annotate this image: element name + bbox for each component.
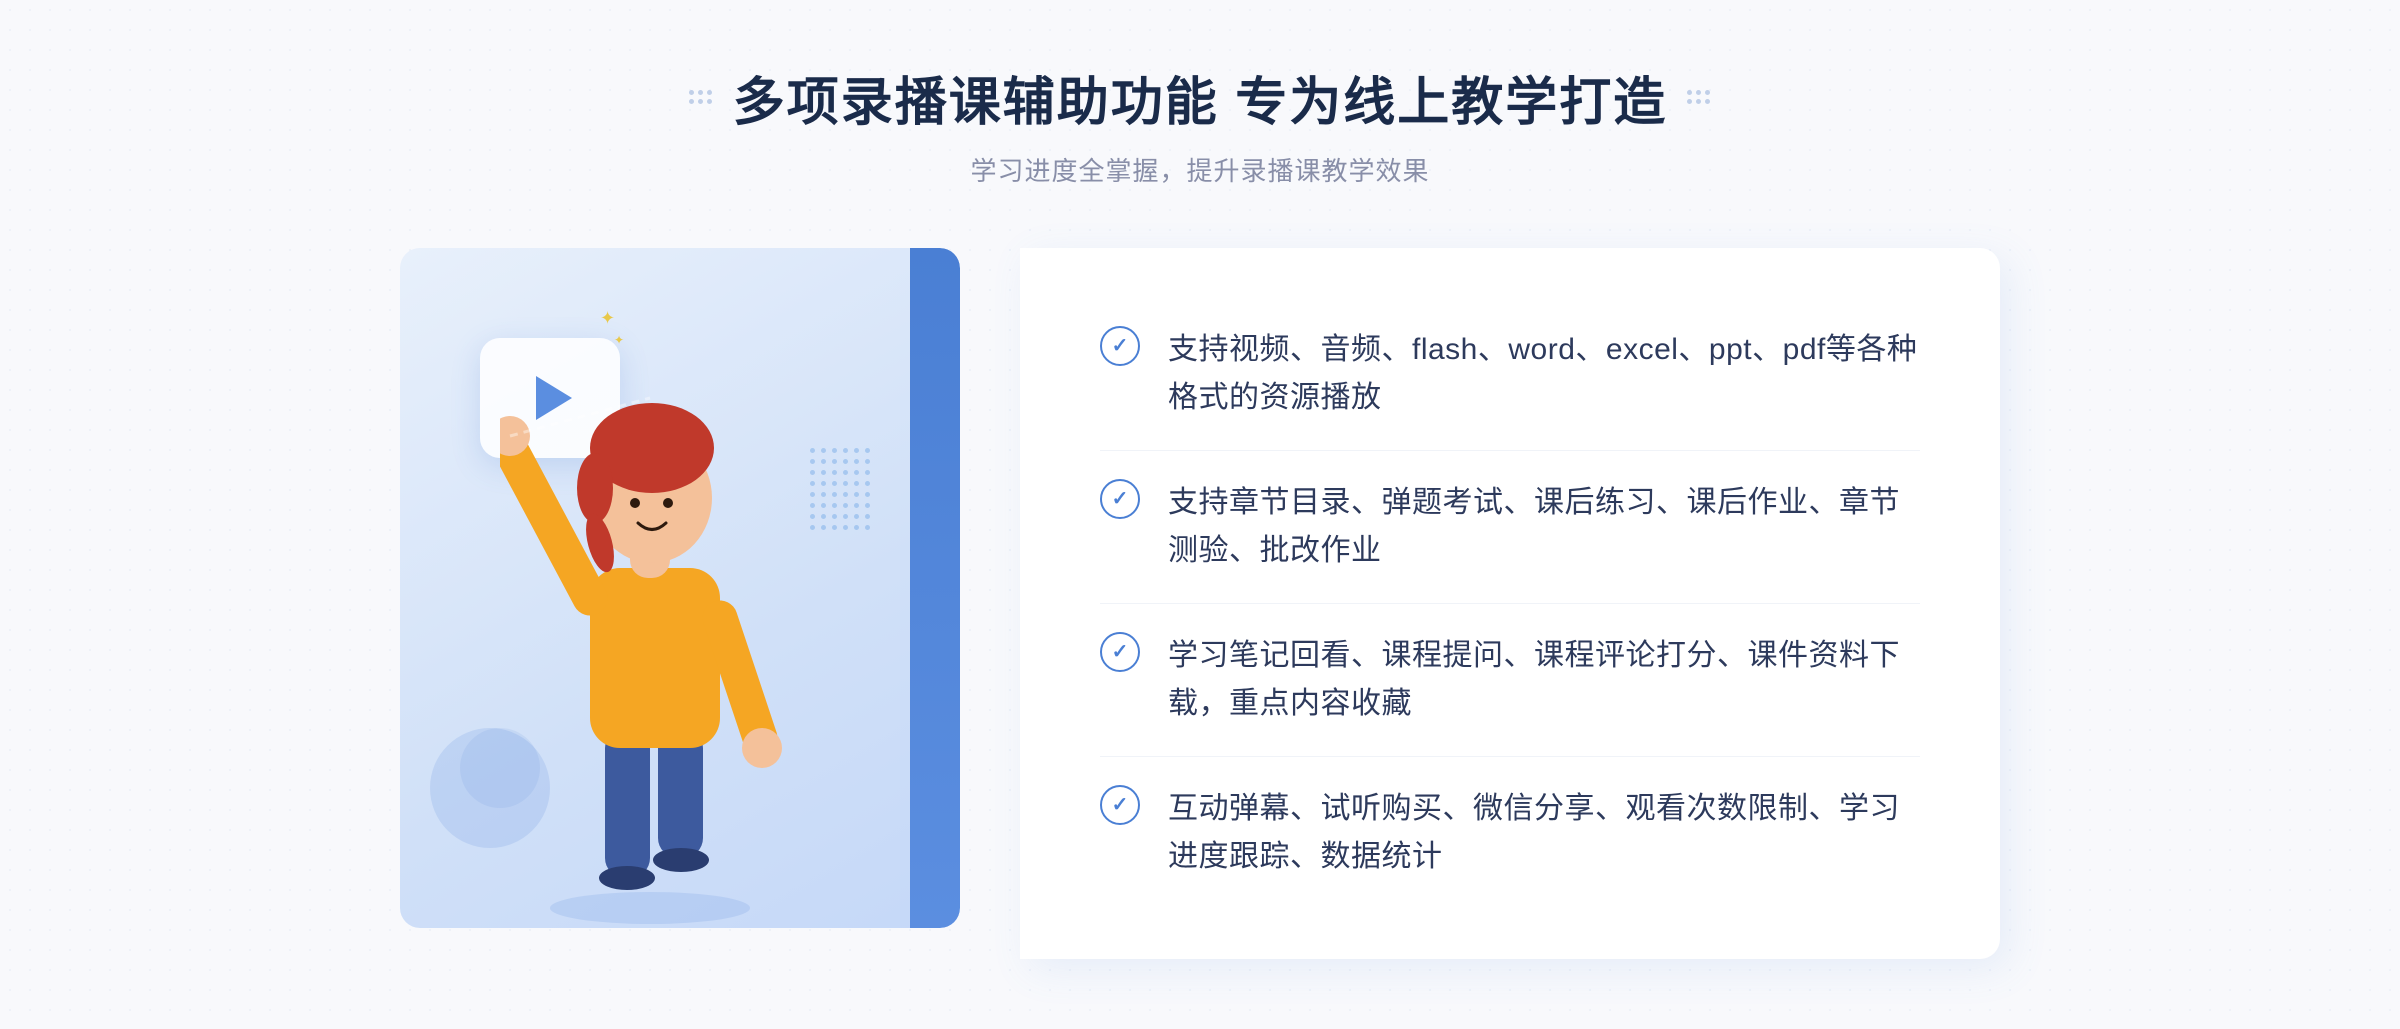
stripe-decoration bbox=[810, 448, 890, 548]
illustration-card: ✦ ✦ bbox=[400, 248, 960, 928]
check-icon-1: ✓ bbox=[1100, 326, 1140, 366]
feature-item-2: ✓ 支持章节目录、弹题考试、课后练习、课后作业、章节测验、批改作业 bbox=[1100, 451, 1920, 604]
header-title-row: 多项录播课辅助功能 专为线上教学打造 bbox=[689, 60, 1711, 135]
page-title: 多项录播课辅助功能 专为线上教学打造 bbox=[733, 60, 1667, 135]
check-icon-2: ✓ bbox=[1100, 479, 1140, 519]
feature-text-2: 支持章节目录、弹题考试、课后练习、课后作业、章节测验、批改作业 bbox=[1168, 479, 1920, 575]
main-content: 《 ✦ ✦ bbox=[400, 248, 2000, 959]
check-icon-3: ✓ bbox=[1100, 632, 1140, 672]
features-area: ✓ 支持视频、音频、flash、word、excel、ppt、pdf等各种格式的… bbox=[1020, 248, 2000, 959]
blue-side-strip bbox=[910, 248, 960, 928]
page-wrapper: 多项录播课辅助功能 专为线上教学打造 学习进度全掌握，提升录播课教学效果 《 bbox=[0, 0, 2400, 1029]
feature-text-4: 互动弹幕、试听购买、微信分享、观看次数限制、学习进度跟踪、数据统计 bbox=[1168, 785, 1920, 881]
illustration-area: 《 ✦ ✦ bbox=[400, 248, 1020, 959]
page-subtitle: 学习进度全掌握，提升录播课教学效果 bbox=[689, 151, 1711, 188]
star-icon-2: ✦ bbox=[614, 333, 624, 347]
person-figure bbox=[500, 368, 800, 928]
left-decorative-dots bbox=[689, 90, 713, 105]
feature-item-4: ✓ 互动弹幕、试听购买、微信分享、观看次数限制、学习进度跟踪、数据统计 bbox=[1100, 757, 1920, 909]
feature-item-3: ✓ 学习笔记回看、课程提问、课程评论打分、课件资料下载，重点内容收藏 bbox=[1100, 604, 1920, 757]
check-icon-4: ✓ bbox=[1100, 785, 1140, 825]
feature-text-1: 支持视频、音频、flash、word、excel、ppt、pdf等各种格式的资源… bbox=[1168, 326, 1920, 422]
header-section: 多项录播课辅助功能 专为线上教学打造 学习进度全掌握，提升录播课教学效果 bbox=[689, 60, 1711, 188]
stars-decoration: ✦ ✦ bbox=[600, 308, 624, 347]
feature-item-1: ✓ 支持视频、音频、flash、word、excel、ppt、pdf等各种格式的… bbox=[1100, 298, 1920, 451]
star-icon: ✦ bbox=[600, 308, 624, 329]
feature-text-3: 学习笔记回看、课程提问、课程评论打分、课件资料下载，重点内容收藏 bbox=[1168, 632, 1920, 728]
right-decorative-dots bbox=[1687, 90, 1711, 105]
